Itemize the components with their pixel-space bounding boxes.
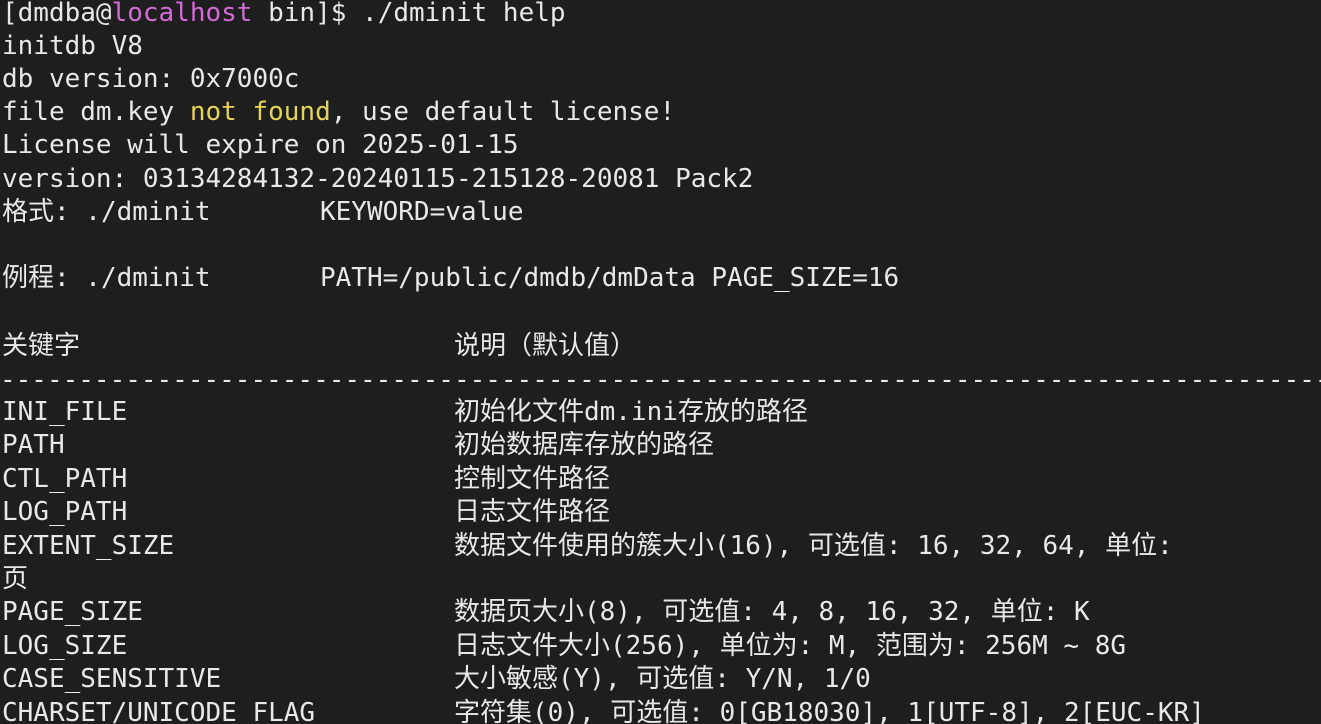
table-row: CTL_PATH 控制文件路径 — [2, 463, 1321, 496]
output-line: initdb V8 — [2, 31, 143, 61]
table-row: EXTENT_SIZE 数据文件使用的簇大小(16), 可选值: 16, 32, … — [2, 530, 1321, 563]
row-description: 控制文件路径 — [454, 464, 611, 494]
table-row: CHARSET/UNICODE_FLAG 字符集(0), 可选值: 0[GB180… — [2, 697, 1321, 724]
table-row: LOG_SIZE 日志文件大小(256), 单位为: M, 范围为: 256M ~… — [2, 630, 1321, 663]
prompt-dir: bin]$ — [252, 0, 363, 28]
row-description: 数据页大小(8), 可选值: 4, 8, 16, 32, 单位: K — [454, 597, 1090, 627]
output-line: db version: 0x7000c — [2, 64, 300, 94]
row-keyword: LOG_PATH — [2, 497, 128, 527]
format-value: KEYWORD=value — [320, 197, 524, 227]
license-warning-highlight: not found — [189, 97, 331, 127]
row-keyword: CHARSET/UNICODE_FLAG — [2, 698, 316, 724]
prompt-user: [dmdba@ — [2, 0, 112, 28]
output-line: License will expire on 2025-01-15 — [2, 130, 519, 160]
table-row: LOG_PATH 日志文件路径 — [2, 496, 1321, 529]
table-header-description: 说明（默认值） — [454, 331, 637, 361]
license-warning-pre: file dm.key — [2, 97, 190, 127]
row-keyword: PATH — [2, 430, 65, 460]
row-keyword: 页 — [2, 564, 29, 594]
terminal-window[interactable]: [dmdba@localhost bin]$ ./dminit help ini… — [0, 0, 1321, 724]
table-row: PATH 初始数据库存放的路径 — [2, 429, 1321, 462]
format-label: 格式: ./dminit — [2, 197, 211, 227]
row-keyword: CASE_SENSITIVE — [2, 664, 222, 694]
prompt-host: localhost — [111, 0, 253, 28]
prompt-line: [dmdba@localhost bin]$ ./dminit help — [2, 0, 566, 30]
row-keyword: EXTENT_SIZE — [2, 531, 175, 561]
row-description: 初始化文件dm.ini存放的路径 — [454, 397, 808, 427]
row-description: 字符集(0), 可选值: 0[GB18030], 1[UTF-8], 2[EUC… — [454, 698, 1205, 724]
table-row: INI_FILE 初始化文件dm.ini存放的路径 — [2, 396, 1321, 429]
row-keyword: PAGE_SIZE — [2, 597, 143, 627]
row-keyword: INI_FILE — [2, 397, 128, 427]
format-line: 格式: ./dminit KEYWORD=value — [2, 196, 1302, 229]
table-row-wrap: 页 — [2, 563, 1321, 596]
row-description: 数据文件使用的簇大小(16), 可选值: 16, 32, 64, 单位: — [454, 531, 1173, 561]
example-line: 例程: ./dminit PATH=/public/dmdb/dmData PAG… — [2, 262, 1302, 295]
example-value: PATH=/public/dmdb/dmData PAGE_SIZE=16 — [320, 263, 900, 293]
table-header-keyword: 关键字 — [2, 331, 81, 361]
table-row: PAGE_SIZE 数据页大小(8), 可选值: 4, 8, 16, 32, 单位… — [2, 596, 1321, 629]
example-label: 例程: ./dminit — [2, 263, 211, 293]
row-description: 日志文件路径 — [454, 497, 611, 527]
license-warning-line: file dm.key not found, use default licen… — [2, 96, 675, 129]
table-header: 关键字 说明（默认值） — [2, 330, 1302, 363]
row-description: 大小敏感(Y), 可选值: Y/N, 1/0 — [454, 664, 871, 694]
prompt-command: ./dminit help — [362, 0, 566, 28]
table-row: CASE_SENSITIVE 大小敏感(Y), 可选值: Y/N, 1/0 — [2, 663, 1321, 696]
row-keyword: CTL_PATH — [2, 464, 128, 494]
license-warning-post: , use default license! — [330, 97, 676, 127]
row-description: 日志文件大小(256), 单位为: M, 范围为: 256M ~ 8G — [454, 631, 1127, 661]
row-keyword: LOG_SIZE — [2, 631, 128, 661]
row-description: 初始数据库存放的路径 — [454, 430, 715, 460]
output-line: version: 03134284132-20240115-215128-200… — [2, 164, 754, 194]
table-divider: ----------------------------------------… — [0, 373, 1321, 387]
